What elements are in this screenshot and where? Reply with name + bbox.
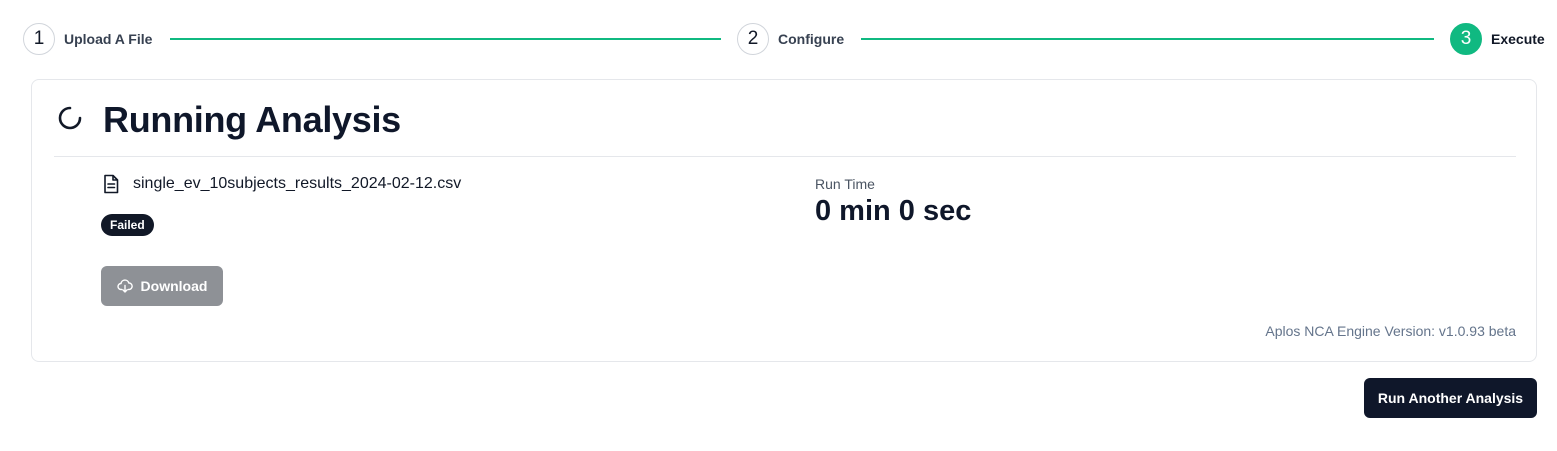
status-badge: Failed	[101, 214, 154, 236]
download-label: Download	[140, 278, 208, 294]
stepper: 1 Upload A File 2 Configure 3 Execute	[0, 0, 1557, 78]
run-time-value: 0 min 0 sec	[815, 195, 972, 227]
step-number: 3	[1450, 23, 1482, 55]
spinner-icon	[56, 104, 84, 132]
step-connector	[861, 38, 1434, 40]
analysis-card: Running Analysis single_ev_10subjects_re…	[31, 79, 1537, 362]
step-number: 1	[23, 23, 55, 55]
page-title: Running Analysis	[103, 99, 401, 140]
step-configure[interactable]: 2 Configure	[737, 23, 844, 55]
step-execute[interactable]: 3 Execute	[1450, 23, 1545, 55]
step-upload-a-file[interactable]: 1 Upload A File	[23, 23, 152, 55]
step-connector	[170, 38, 721, 40]
run-time-label: Run Time	[815, 176, 875, 192]
file-name: single_ev_10subjects_results_2024-02-12.…	[133, 175, 462, 192]
file-row: single_ev_10subjects_results_2024-02-12.…	[102, 174, 461, 194]
document-icon	[102, 174, 120, 194]
run-another-analysis-button[interactable]: Run Another Analysis	[1364, 378, 1537, 418]
step-label: Configure	[778, 31, 845, 47]
step-number: 2	[737, 23, 769, 55]
card-header: Running Analysis	[54, 80, 1516, 157]
download-button[interactable]: Download	[101, 266, 223, 306]
step-label: Execute	[1491, 31, 1545, 47]
engine-version: Aplos NCA Engine Version: v1.0.93 beta	[1265, 323, 1516, 339]
cloud-download-icon	[116, 278, 133, 294]
step-label: Upload A File	[64, 31, 153, 47]
